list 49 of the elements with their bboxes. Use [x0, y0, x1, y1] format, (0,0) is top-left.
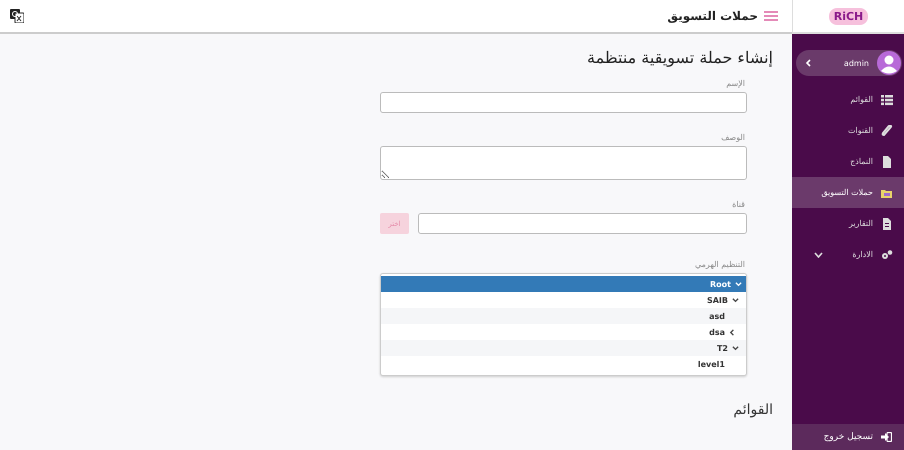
field-label: التنظيم الهرمي: [694, 260, 745, 269]
tree-row[interactable]: asd: [381, 308, 746, 324]
user-pill[interactable]: admin: [796, 50, 902, 76]
page-title: حملات التسويق: [667, 9, 758, 23]
sign-out-icon: [881, 432, 892, 442]
section-heading: القوائم: [733, 402, 773, 418]
channel-field[interactable]: [418, 213, 747, 234]
description-field[interactable]: [380, 146, 747, 180]
tree-row[interactable]: Root: [381, 276, 746, 292]
sidebar-item[interactable]: حملات التسويق: [792, 177, 904, 208]
chevron-icon[interactable]: [729, 328, 736, 336]
sidebar-item[interactable]: القوائم: [792, 84, 904, 115]
sidebar-item[interactable]: الادارة: [792, 239, 904, 270]
tree-label: SAIB: [706, 296, 728, 304]
tree-row[interactable]: level1: [381, 356, 746, 372]
sidebar-label: القوائم: [850, 95, 873, 104]
tree-row[interactable]: T2: [381, 340, 746, 356]
logout-button[interactable]: تسجيل خروج: [792, 424, 904, 450]
username: admin: [842, 58, 869, 68]
field-label: الوصف: [721, 133, 745, 142]
sidebar-label: النماذج: [850, 157, 873, 166]
field-label: الإسم: [726, 79, 745, 88]
translate-icon[interactable]: [10, 9, 24, 23]
chevron-icon[interactable]: [732, 344, 739, 352]
tree-row[interactable]: SAIB: [381, 292, 746, 308]
document-icon: [881, 156, 893, 168]
logo: RiCH: [828, 8, 868, 24]
sidebar-label: حملات التسويق: [821, 188, 873, 197]
name-field[interactable]: [380, 92, 747, 113]
tree-label: Root: [710, 280, 731, 288]
tree-label: T2: [716, 344, 728, 352]
sidebar-item[interactable]: النماذج: [792, 146, 904, 177]
report-icon: [881, 218, 893, 230]
tree-label: level1: [698, 360, 725, 368]
sidebar-item[interactable]: القنوات: [792, 115, 904, 146]
sidebar-label: القنوات: [848, 126, 873, 135]
list-icon: [881, 94, 893, 106]
tree-label: asd: [709, 312, 725, 320]
field-label: قناة: [732, 200, 745, 209]
tree-row[interactable]: dsa: [381, 324, 746, 340]
chevron-icon[interactable]: [732, 296, 739, 304]
avatar-icon: [877, 51, 901, 75]
logout-label: تسجيل خروج: [824, 432, 873, 442]
sidebar-item[interactable]: التقارير: [792, 208, 904, 239]
chevron-icon: [805, 59, 811, 67]
tree-label: dsa: [709, 328, 725, 336]
sidebar-label: الادارة: [852, 250, 873, 259]
form-heading: إنشاء حملة تسويقية منتظمة: [587, 48, 773, 67]
sidebar-label: التقارير: [848, 219, 873, 228]
